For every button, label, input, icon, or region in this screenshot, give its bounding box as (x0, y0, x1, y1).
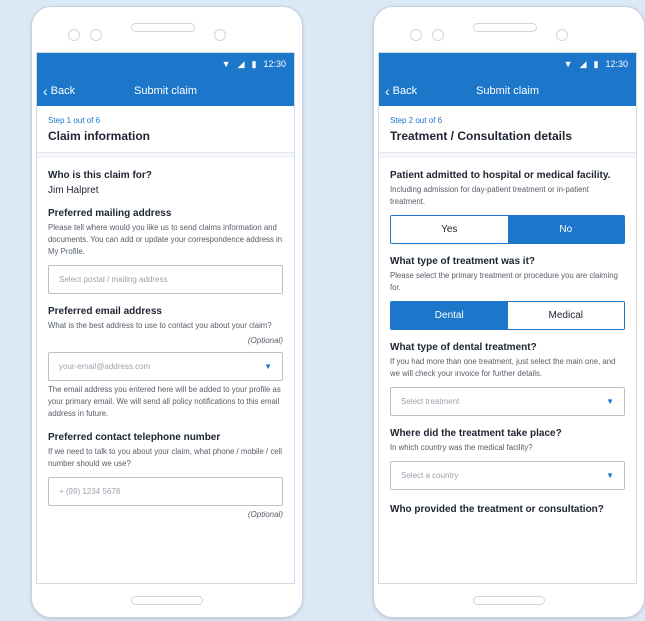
dental-question: What type of dental treatment? (390, 342, 537, 353)
speaker-grille (131, 23, 195, 32)
email-optional-label: (Optional) (247, 336, 283, 345)
phone-optional-label: (Optional) (247, 510, 283, 519)
section-title: Claim information (48, 129, 151, 143)
section-title: Treatment / Consultation details (390, 129, 573, 143)
email-help: What is the best address to use to conta… (48, 321, 272, 330)
page-title: Submit claim (476, 84, 539, 97)
provider-question: Who provided the treatment or consultati… (390, 504, 604, 515)
phone-frame-1: ▼ ◢ ▮ 12:30 ‹ Back Submit claim Step 1 o… (31, 6, 303, 618)
step-indicator: Step 1 out of 6 (48, 116, 101, 125)
form-content: Patient admitted to hospital or medical … (379, 158, 636, 583)
phone-frame-2: ▼ ◢ ▮ 12:30 ‹ Back Submit claim Step 2 o… (373, 6, 645, 618)
mailing-question: Preferred mailing address (48, 208, 172, 219)
mailing-help: Please tell where would you like us to s… (48, 223, 283, 256)
camera-dot (410, 29, 422, 41)
phone-top-bezel (374, 7, 644, 51)
signal-icon: ◢ (579, 58, 587, 69)
form-content: Who is this claim for? Jim Halpret Prefe… (37, 158, 294, 583)
email-field[interactable]: your-email@address.com ▼ (48, 352, 283, 381)
battery-icon: ▮ (251, 58, 257, 69)
phone-field[interactable]: + (99) 1234 5678 (48, 477, 283, 506)
dropdown-caret-icon: ▼ (606, 471, 614, 480)
status-bar: ▼ ◢ ▮ 12:30 (379, 53, 636, 75)
phone-help: If we need to talk to you about your cla… (48, 447, 283, 468)
screen-2: ▼ ◢ ▮ 12:30 ‹ Back Submit claim Step 2 o… (378, 52, 637, 584)
app-bar: ‹ Back Submit claim (37, 75, 294, 106)
back-label: Back (50, 84, 76, 97)
dental-help: If you had more than one treatment, just… (390, 357, 616, 378)
treatment-type-question: What type of treatment was it? (390, 256, 536, 267)
mailing-placeholder: Select postal / mailing address (59, 275, 168, 284)
page-title: Submit claim (134, 84, 197, 97)
step-indicator: Step 2 out of 6 (390, 116, 443, 125)
chevron-left-icon: ‹ (385, 82, 390, 99)
sensor-dot (432, 29, 444, 41)
medical-option[interactable]: Medical (507, 302, 624, 329)
country-placeholder: Select a country (401, 471, 459, 480)
front-camera (214, 29, 226, 41)
battery-icon: ▮ (593, 58, 599, 69)
email-note: The email address you entered here will … (48, 385, 281, 418)
phone-top-bezel (32, 7, 302, 51)
wifi-icon: ▼ (563, 59, 573, 69)
signal-icon: ◢ (237, 58, 245, 69)
admission-toggle: Yes No (390, 215, 625, 244)
back-label: Back (392, 84, 418, 97)
dental-option[interactable]: Dental (391, 302, 508, 329)
dropdown-caret-icon: ▼ (606, 397, 614, 406)
chevron-left-icon: ‹ (43, 82, 48, 99)
dropdown-caret-icon: ▼ (264, 362, 272, 371)
status-bar: ▼ ◢ ▮ 12:30 (37, 53, 294, 75)
step-header: Step 2 out of 6 Treatment / Consultation… (379, 106, 636, 153)
admission-help: Including admission for day-patient trea… (390, 185, 589, 206)
who-answer: Jim Halpret (48, 185, 99, 196)
app-bar: ‹ Back Submit claim (379, 75, 636, 106)
phone-question: Preferred contact telephone number (48, 432, 221, 443)
back-button[interactable]: ‹ Back (43, 84, 75, 98)
wifi-icon: ▼ (221, 59, 231, 69)
location-question: Where did the treatment take place? (390, 428, 562, 439)
treatment-placeholder: Select treatment (401, 397, 460, 406)
yes-option[interactable]: Yes (391, 216, 508, 243)
phone-placeholder: + (99) 1234 5678 (59, 487, 121, 496)
email-placeholder: your-email@address.com (59, 362, 151, 371)
treatment-select[interactable]: Select treatment ▼ (390, 387, 625, 416)
treatment-type-toggle: Dental Medical (390, 301, 625, 330)
country-select[interactable]: Select a country ▼ (390, 461, 625, 490)
screen-1: ▼ ◢ ▮ 12:30 ‹ Back Submit claim Step 1 o… (36, 52, 295, 584)
mailing-address-select[interactable]: Select postal / mailing address (48, 265, 283, 294)
email-question: Preferred email address (48, 306, 162, 317)
speaker-grille (473, 23, 537, 32)
admission-question: Patient admitted to hospital or medical … (390, 170, 611, 181)
clock: 12:30 (605, 59, 628, 69)
camera-dot (68, 29, 80, 41)
no-option[interactable]: No (507, 216, 624, 243)
treatment-type-help: Please select the primary treatment or p… (390, 271, 618, 292)
location-help: In which country was the medical facilit… (390, 443, 533, 452)
step-header: Step 1 out of 6 Claim information (37, 106, 294, 153)
home-button (473, 596, 545, 605)
front-camera (556, 29, 568, 41)
home-button (131, 596, 203, 605)
sensor-dot (90, 29, 102, 41)
who-question: Who is this claim for? (48, 170, 152, 181)
back-button[interactable]: ‹ Back (385, 84, 417, 98)
clock: 12:30 (263, 59, 286, 69)
